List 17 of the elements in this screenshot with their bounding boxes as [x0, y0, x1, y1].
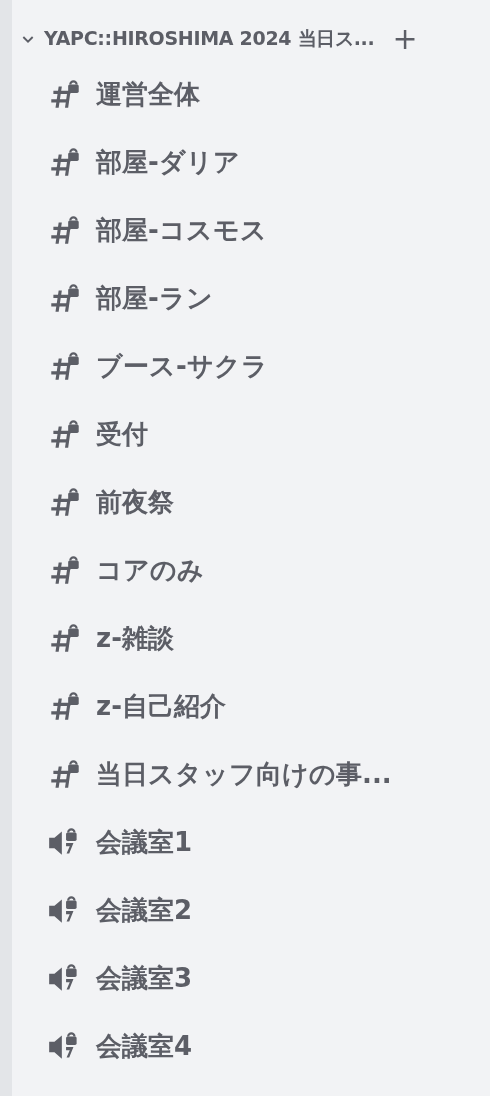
channel-item[interactable]: 部屋-ラン: [12, 264, 490, 332]
channel-item[interactable]: 部屋-コスモス: [12, 196, 490, 264]
channel-item[interactable]: コアのみ: [12, 536, 490, 604]
channel-item[interactable]: z-雑談: [12, 604, 490, 672]
channel-item[interactable]: 当日スタッフ向けの事...: [12, 740, 490, 808]
channel-item[interactable]: 会議室3: [12, 944, 490, 1012]
channel-item[interactable]: z-自己紹介: [12, 672, 490, 740]
category-title[interactable]: YAPC::HIROSHIMA 2024 当日ス...: [44, 26, 375, 52]
channel-item[interactable]: 前夜祭: [12, 468, 490, 536]
add-channel-button[interactable]: +: [388, 24, 422, 54]
channel-item[interactable]: 会議室1: [12, 808, 490, 876]
channel-item[interactable]: 会議室4: [12, 1012, 490, 1080]
channel-item[interactable]: ブース-サクラ: [12, 332, 490, 400]
channel-item[interactable]: 会議室2: [12, 876, 490, 944]
channel-item[interactable]: 受付: [12, 400, 490, 468]
channel-item[interactable]: 部屋-ダリア: [12, 128, 490, 196]
channel-item[interactable]: 運営全体: [12, 60, 490, 128]
